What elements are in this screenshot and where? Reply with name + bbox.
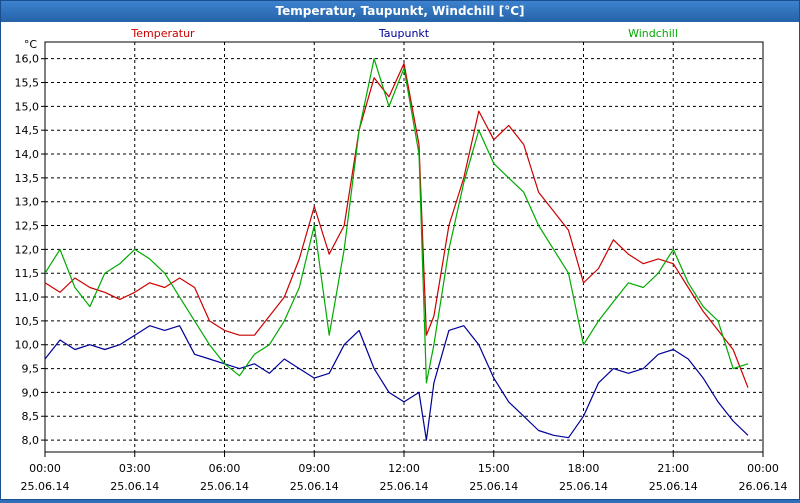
line-chart: 8,0 8,5 9,0 9,5 10,0 10,5 11,0 11,5 12,0 12,5 13,0… <box>15 27 788 493</box>
x-tick-date: 25.06.14 <box>290 480 339 493</box>
chart-window: Temperatur, Taupunkt, Windchill [°C] 8,0… <box>0 0 800 500</box>
y-tick-label: 12,5 <box>15 220 40 233</box>
y-axis-unit: °C <box>24 38 38 51</box>
y-tick-label: 16,0 <box>15 53 40 66</box>
y-tick-label: 8,5 <box>22 410 40 423</box>
x-tick-date: 25.06.14 <box>649 480 698 493</box>
x-tick-date: 25.06.14 <box>200 480 249 493</box>
x-tick-date: 25.06.14 <box>469 480 518 493</box>
y-tick-label: 9,0 <box>22 386 40 399</box>
legend-entry-taupunkt: Taupunkt <box>378 27 430 40</box>
x-tick-date: 26.06.14 <box>739 480 788 493</box>
y-tick-label: 11,0 <box>15 291 40 304</box>
x-tick-date: 25.06.14 <box>380 480 429 493</box>
y-tick-label: 13,0 <box>15 196 40 209</box>
x-tick-time: 06:00 <box>209 462 241 475</box>
y-tick-label: 10,5 <box>15 315 40 328</box>
window-title: Temperatur, Taupunkt, Windchill [°C] <box>1 1 799 22</box>
y-tick-label: 12,0 <box>15 243 40 256</box>
x-tick-time: 12:00 <box>388 462 420 475</box>
plot-area: 8,0 8,5 9,0 9,5 10,0 10,5 11,0 11,5 12,0 12,5 13,0… <box>1 22 799 499</box>
x-tick-date: 25.06.14 <box>110 480 159 493</box>
x-tick-time: 00:00 <box>747 462 779 475</box>
y-tick-label: 13,5 <box>15 172 40 185</box>
y-tick-label: 15,5 <box>15 77 40 90</box>
x-tick-date: 25.06.14 <box>559 480 608 493</box>
x-tick-time: 09:00 <box>298 462 330 475</box>
y-tick-label: 14,5 <box>15 124 40 137</box>
x-tick-time: 15:00 <box>478 462 510 475</box>
y-tick-label: 9,5 <box>22 363 40 376</box>
x-tick-date: 25.06.14 <box>21 480 70 493</box>
y-tick-label: 10,0 <box>15 339 40 352</box>
legend-entry-windchill: Windchill <box>628 27 678 40</box>
y-tick-label: 14,0 <box>15 148 40 161</box>
x-tick-time: 21:00 <box>657 462 689 475</box>
y-tick-label: 8,0 <box>22 434 40 447</box>
y-tick-label: 11,5 <box>15 267 40 280</box>
y-tick-label: 15,0 <box>15 100 40 113</box>
legend-entry-temperatur: Temperatur <box>130 27 195 40</box>
x-tick-time: 00:00 <box>29 462 61 475</box>
x-tick-time: 18:00 <box>568 462 600 475</box>
x-tick-time: 03:00 <box>119 462 151 475</box>
